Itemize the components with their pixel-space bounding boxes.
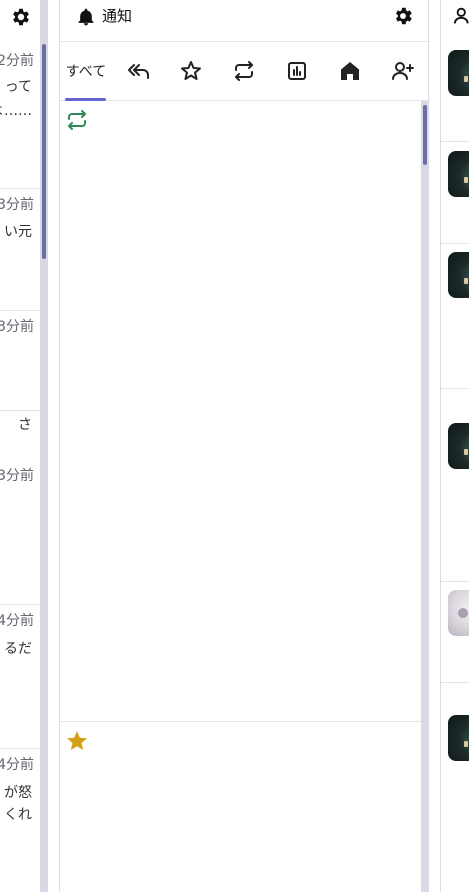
post-snippet: い元 [4, 224, 32, 240]
right-list-item[interactable] [441, 244, 469, 389]
post-snippet: が怒 [4, 785, 32, 801]
notification-filter-tabs: すべて [60, 42, 430, 101]
left-list-item[interactable]: 4分前 るだ [0, 604, 40, 749]
reply-all-icon [128, 64, 149, 79]
notifications-header: 通知 [60, 0, 430, 42]
right-list-item[interactable] [441, 683, 469, 892]
notification-item[interactable] [60, 722, 421, 892]
gear-icon[interactable] [392, 5, 414, 27]
gear-icon[interactable] [10, 6, 32, 28]
notification-list [60, 101, 421, 892]
user-icon [453, 7, 469, 24]
bell-icon [78, 8, 94, 26]
follow-icon [392, 62, 414, 80]
left-timeline-column: 2分前 って よ…… 3分前 い元 3分前 さ 3分前 4分前 るだ 4分前 が… [0, 0, 40, 892]
notifications-scrollbar[interactable] [421, 101, 429, 892]
tab-all[interactable]: すべて [60, 42, 112, 100]
post-snippet: くれ [4, 807, 32, 823]
timestamp: 2分前 [0, 53, 34, 69]
column-title: 通知 [102, 7, 133, 25]
avatar[interactable] [448, 252, 469, 298]
repost-icon [235, 61, 253, 81]
timestamp: 3分前 [0, 468, 34, 484]
tab-reposts[interactable] [222, 42, 266, 100]
timestamp: 3分前 [0, 319, 34, 335]
timestamp: 4分前 [0, 613, 34, 629]
home-icon [341, 62, 359, 80]
tab-mentions[interactable] [117, 42, 161, 100]
star-icon [67, 731, 87, 750]
left-column-header [0, 0, 40, 34]
avatar[interactable] [448, 590, 469, 636]
post-snippet: さ [18, 417, 32, 433]
star-icon [181, 61, 201, 80]
post-snippet: るだ [4, 641, 32, 657]
right-column [440, 0, 469, 892]
right-list-item[interactable] [441, 582, 469, 683]
tab-label: すべて [65, 64, 107, 80]
avatar[interactable] [448, 423, 469, 469]
right-list-item[interactable] [441, 142, 469, 244]
tab-polls[interactable] [275, 42, 319, 100]
tab-follows[interactable] [381, 42, 425, 100]
left-list-item[interactable]: 3分前 [0, 310, 40, 411]
avatar[interactable] [448, 151, 469, 197]
timestamp: 4分前 [0, 757, 34, 773]
scrollbar-thumb[interactable] [423, 105, 427, 165]
app-window: 2分前 って よ…… 3分前 い元 3分前 さ 3分前 4分前 るだ 4分前 が… [0, 0, 469, 892]
left-list-item[interactable]: 3分前 い元 [0, 188, 40, 311]
post-snippet: よ…… [0, 103, 32, 119]
tab-home[interactable] [328, 42, 372, 100]
scrollbar-thumb[interactable] [42, 44, 46, 259]
notifications-column: 通知 すべて [59, 0, 430, 892]
notification-item[interactable] [60, 101, 421, 722]
repost-icon [68, 110, 86, 130]
right-list-item[interactable] [441, 389, 469, 582]
right-list-item[interactable] [441, 42, 469, 142]
left-list-item[interactable]: 2分前 って よ…… [0, 42, 40, 189]
avatar[interactable] [448, 50, 469, 96]
left-column-scrollbar[interactable] [40, 0, 48, 892]
tab-favourites[interactable] [169, 42, 213, 100]
left-list-item[interactable]: 4分前 が怒 くれ [0, 748, 40, 892]
timestamp: 3分前 [0, 197, 34, 213]
poll-icon [288, 62, 306, 80]
left-list-item[interactable]: さ 3分前 [0, 410, 40, 605]
avatar[interactable] [448, 715, 469, 761]
post-snippet: って [4, 79, 32, 95]
